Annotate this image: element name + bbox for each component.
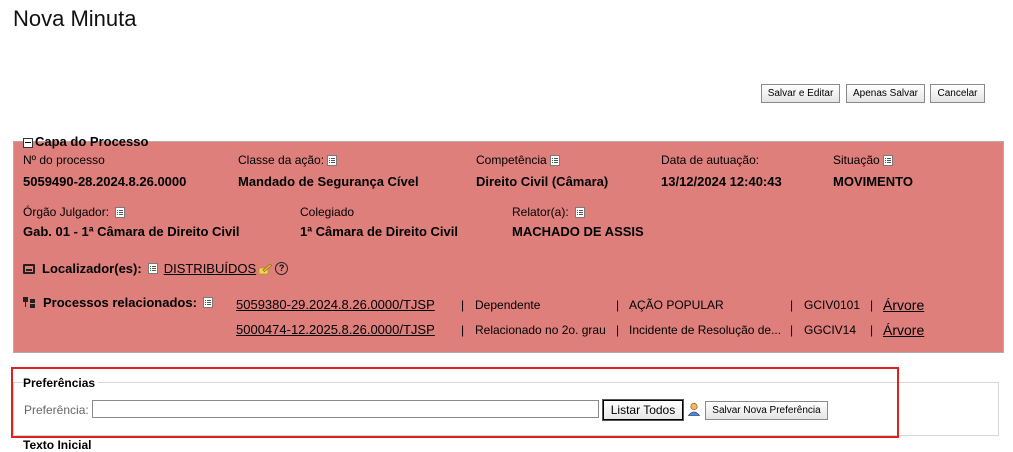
- relacionado-orgao: GGCIV14: [804, 323, 857, 337]
- listar-todos-button[interactable]: Listar Todos: [602, 399, 684, 421]
- cancelar-button[interactable]: Cancelar: [930, 84, 985, 103]
- situacao-info-icon[interactable]: [882, 154, 893, 166]
- tray-icon: [23, 263, 35, 274]
- localizador-info-icon[interactable]: [147, 263, 158, 274]
- relacionado-classe: Incidente de Resolução de...: [629, 323, 782, 337]
- orgao-value: Gab. 01 - 1ª Câmara de Direito Civil: [23, 224, 240, 239]
- preferencias-legend: Preferências: [23, 376, 99, 390]
- separator: |: [870, 323, 874, 337]
- data-autuacao-label: Data de autuação:: [661, 153, 760, 167]
- separator: |: [461, 323, 465, 337]
- relator-value: MACHADO DE ASSIS: [512, 224, 644, 239]
- page-title: Nova Minuta: [13, 6, 137, 31]
- capa-processo-panel: Capa do Processo Nº do processo Classe d…: [13, 134, 1004, 353]
- data-autuacao-value: 13/12/2024 12:40:43: [661, 174, 782, 189]
- preferencia-label: Preferência:: [24, 403, 89, 417]
- relacionado-tipo: Dependente: [475, 298, 541, 312]
- localizador-label: Localizador(es):: [42, 261, 142, 276]
- colegiado-label: Colegiado: [300, 205, 355, 219]
- salvar-nova-preferencia-button[interactable]: Salvar Nova Preferência: [705, 401, 828, 420]
- separator: |: [790, 298, 794, 312]
- situacao-label: Situação: [833, 153, 893, 167]
- localizador-link[interactable]: DISTRIBUÍDOS: [164, 261, 256, 276]
- relacionados-row-label: Processos relacionados:: [23, 295, 213, 310]
- orgao-label: Órgão Julgador:: [23, 205, 126, 219]
- relator-info-icon[interactable]: [574, 206, 585, 218]
- competencia-value: Direito Civil (Câmara): [476, 174, 609, 189]
- orgao-info-icon[interactable]: [115, 206, 126, 218]
- separator: |: [461, 298, 465, 312]
- colegiado-value: 1ª Câmara de Direito Civil: [300, 224, 458, 239]
- relacionado-numero-link[interactable]: 5059380-29.2024.8.26.0000/TJSP: [236, 297, 435, 312]
- processo-value: 5059490-28.2024.8.26.0000: [23, 174, 187, 189]
- separator: |: [790, 323, 794, 337]
- user-icon[interactable]: [687, 402, 701, 416]
- relacionados-label: Processos relacionados:: [43, 295, 197, 310]
- relacionado-numero-link[interactable]: 5000474-12.2025.8.26.0000/TJSP: [236, 322, 435, 337]
- salvar-editar-button[interactable]: Salvar e Editar: [761, 84, 840, 103]
- capa-legend[interactable]: Capa do Processo: [23, 134, 148, 149]
- apenas-salvar-button[interactable]: Apenas Salvar: [846, 84, 925, 103]
- classe-info-icon[interactable]: [327, 154, 338, 166]
- situacao-value: MOVIMENTO: [833, 174, 913, 189]
- tree-icon: [23, 297, 36, 308]
- arvore-link[interactable]: Árvore: [883, 297, 924, 313]
- relacionado-orgao: GCIV0101: [804, 298, 861, 312]
- relacionado-tipo: Relacionado no 2o. grau: [475, 323, 606, 337]
- relacionado-classe: AÇÃO POPULAR: [629, 298, 724, 312]
- classe-value: Mandado de Segurança Cível: [238, 174, 419, 189]
- competencia-label: Competência: [476, 153, 560, 167]
- edit-pencil-icon[interactable]: [258, 263, 273, 275]
- separator: |: [870, 298, 874, 312]
- competencia-info-icon[interactable]: [549, 154, 560, 166]
- preferencia-input[interactable]: [92, 400, 599, 418]
- separator: |: [616, 323, 620, 337]
- capa-legend-text: Capa do Processo: [35, 134, 149, 149]
- separator: |: [616, 298, 620, 312]
- texto-inicial-legend: Texto Inicial: [23, 438, 92, 452]
- relacionados-info-icon[interactable]: [202, 297, 213, 308]
- classe-label: Classe da ação:: [238, 153, 338, 167]
- collapse-icon[interactable]: [23, 137, 33, 148]
- relator-label: Relator(a):: [512, 205, 585, 219]
- localizador-row: Localizador(es): DISTRIBUÍDOS ?: [23, 261, 289, 276]
- help-icon[interactable]: ?: [275, 262, 289, 275]
- arvore-link[interactable]: Árvore: [883, 322, 924, 338]
- processo-label: Nº do processo: [23, 153, 105, 167]
